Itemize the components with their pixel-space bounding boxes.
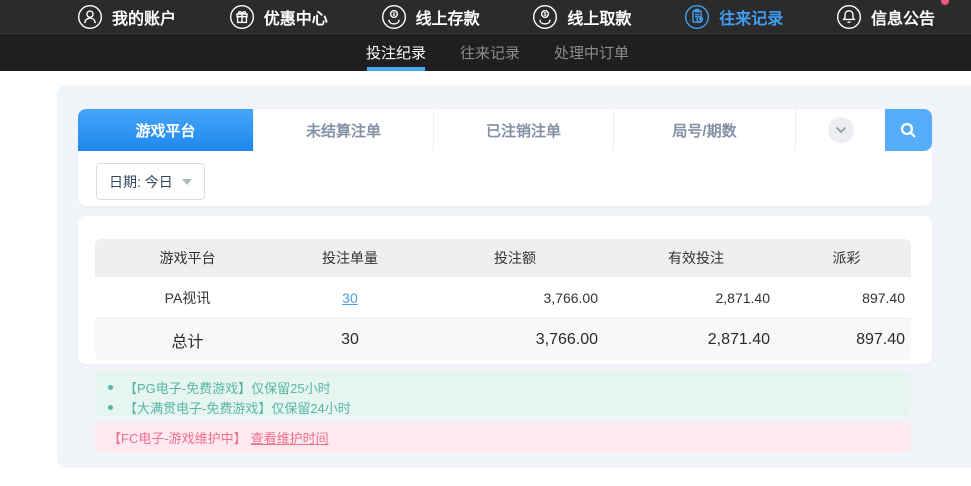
search-button[interactable] (885, 109, 932, 151)
col-header-valid-bets: 有效投注 (610, 239, 782, 277)
notice-text: 【PG电子-免费游戏】仅保留25小时 (124, 381, 331, 396)
nav-item-deposit[interactable]: ¥ 线上存款 (381, 4, 480, 30)
tab-round-number[interactable]: 局号/期数 (613, 109, 795, 151)
subtab-label: 投注纪录 (365, 45, 426, 62)
date-select[interactable]: 日期: 今日 (96, 163, 205, 200)
total-bet-count: 30 (280, 318, 420, 360)
date-select-value: 日期: 今日 (109, 173, 173, 190)
bet-summary-table: 游戏平台 投注单量 投注额 有效投注 派彩 PA视讯 30 3,766.00 2… (95, 239, 911, 360)
subtab-bet-records[interactable]: 投注纪录 (364, 34, 428, 71)
col-header-platform: 游戏平台 (95, 239, 280, 277)
notice-line: 【大满贯电子-免费游戏】仅保留24小时 (108, 399, 911, 416)
nav-item-withdraw[interactable]: $ 线上取款 (532, 4, 631, 30)
retention-notice: 【PG电子-免费游戏】仅保留25小时 【大满贯电子-免费游戏】仅保留24小时 (95, 371, 911, 416)
search-icon (900, 122, 916, 137)
user-icon (77, 4, 103, 29)
nav-label: 信息公告 (870, 10, 935, 28)
tab-cancelled-bets[interactable]: 已注销注单 (433, 109, 613, 151)
cell-bet-amount: 3,766.00 (420, 276, 610, 319)
date-filter-row: 日期: 今日 (78, 151, 932, 200)
notification-badge-dot (941, 0, 949, 5)
filter-tab-row: 游戏平台 未结算注单 已注销注单 局号/期数 (78, 109, 932, 151)
bullet-dot-icon (108, 385, 113, 390)
col-header-bet-count: 投注单量 (280, 239, 420, 277)
gift-icon (229, 4, 254, 29)
maintenance-time-link[interactable]: 查看维护时间 (251, 428, 329, 447)
filter-panel: 游戏平台 未结算注单 已注销注单 局号/期数 日期: 今日 (78, 109, 932, 206)
subtab-label: 往来记录 (459, 45, 520, 62)
total-payout: 897.40 (782, 318, 911, 360)
chevron-circle (827, 117, 854, 143)
tab-game-platform[interactable]: 游戏平台 (78, 109, 253, 151)
nav-label: 线上存款 (415, 10, 480, 28)
cell-valid-bets: 2,871.40 (610, 276, 782, 319)
tab-label: 未结算注单 (305, 122, 381, 140)
subtab-label: 处理中订单 (554, 45, 630, 62)
bell-icon (836, 4, 861, 29)
tab-label: 局号/期数 (672, 122, 737, 140)
top-navigation: 我的账户 优惠中心 ¥ 线上存款 $ 线上取款 往来记录 信息公告 (0, 0, 971, 33)
caret-down-icon (181, 178, 192, 185)
nav-item-transaction-records[interactable]: 往来记录 (684, 4, 783, 30)
col-header-payout: 派彩 (782, 239, 911, 277)
total-bet-amount: 3,766.00 (420, 318, 610, 360)
cell-platform: PA视讯 (95, 276, 280, 319)
nav-label: 优惠中心 (263, 10, 328, 28)
tab-unsettled-bets[interactable]: 未结算注单 (253, 109, 433, 151)
svg-text:$: $ (544, 11, 547, 17)
withdraw-coin-icon: $ (533, 4, 558, 29)
nav-label: 往来记录 (719, 10, 784, 28)
content-card: 游戏平台 未结算注单 已注销注单 局号/期数 日期: 今日 游戏平台 投注单量 … (57, 85, 971, 468)
subtab-processing-orders[interactable]: 处理中订单 (552, 34, 631, 71)
tab-label: 已注销注单 (485, 122, 561, 140)
filter-dropdown-toggle[interactable] (795, 109, 885, 151)
tab-label: 游戏平台 (135, 122, 196, 140)
table-row: PA视讯 30 3,766.00 2,871.40 897.40 (95, 276, 911, 319)
total-valid-bets: 2,871.40 (610, 318, 782, 360)
nav-label: 我的账户 (112, 10, 177, 28)
table-panel: 游戏平台 投注单量 投注额 有效投注 派彩 PA视讯 30 3,766.00 2… (78, 216, 932, 364)
chevron-down-icon (835, 127, 846, 134)
betting-records-screen: 我的账户 优惠中心 ¥ 线上存款 $ 线上取款 往来记录 信息公告 投注纪录 往… (0, 0, 971, 486)
records-clipboard-icon (685, 4, 710, 29)
deposit-coin-icon: ¥ (381, 4, 406, 29)
bet-count-link[interactable]: 30 (342, 290, 358, 306)
nav-label: 线上取款 (567, 10, 632, 28)
cell-bet-count: 30 (280, 276, 420, 319)
maintenance-notice: 【FC电子-游戏维护中】 查看维护时间 (95, 422, 911, 452)
subtab-transaction-records[interactable]: 往来记录 (458, 34, 522, 71)
maintenance-text: 【FC电子-游戏维护中】 (108, 430, 247, 446)
records-subnav: 投注纪录 往来记录 处理中订单 (0, 33, 971, 71)
notice-line: 【PG电子-免费游戏】仅保留25小时 (108, 379, 911, 396)
nav-item-my-account[interactable]: 我的账户 (77, 4, 176, 30)
col-header-bet-amount: 投注额 (420, 239, 610, 277)
cell-payout: 897.40 (782, 276, 911, 319)
nav-item-announcements[interactable]: 信息公告 (836, 0, 949, 30)
notice-text: 【大满贯电子-免费游戏】仅保留24小时 (124, 401, 351, 416)
table-header-row: 游戏平台 投注单量 投注额 有效投注 派彩 (95, 239, 911, 277)
total-row: 总计 30 3,766.00 2,871.40 897.40 (95, 318, 911, 360)
bullet-dot-icon (108, 405, 113, 410)
nav-item-promotions[interactable]: 优惠中心 (229, 4, 328, 30)
total-label: 总计 (95, 318, 280, 360)
